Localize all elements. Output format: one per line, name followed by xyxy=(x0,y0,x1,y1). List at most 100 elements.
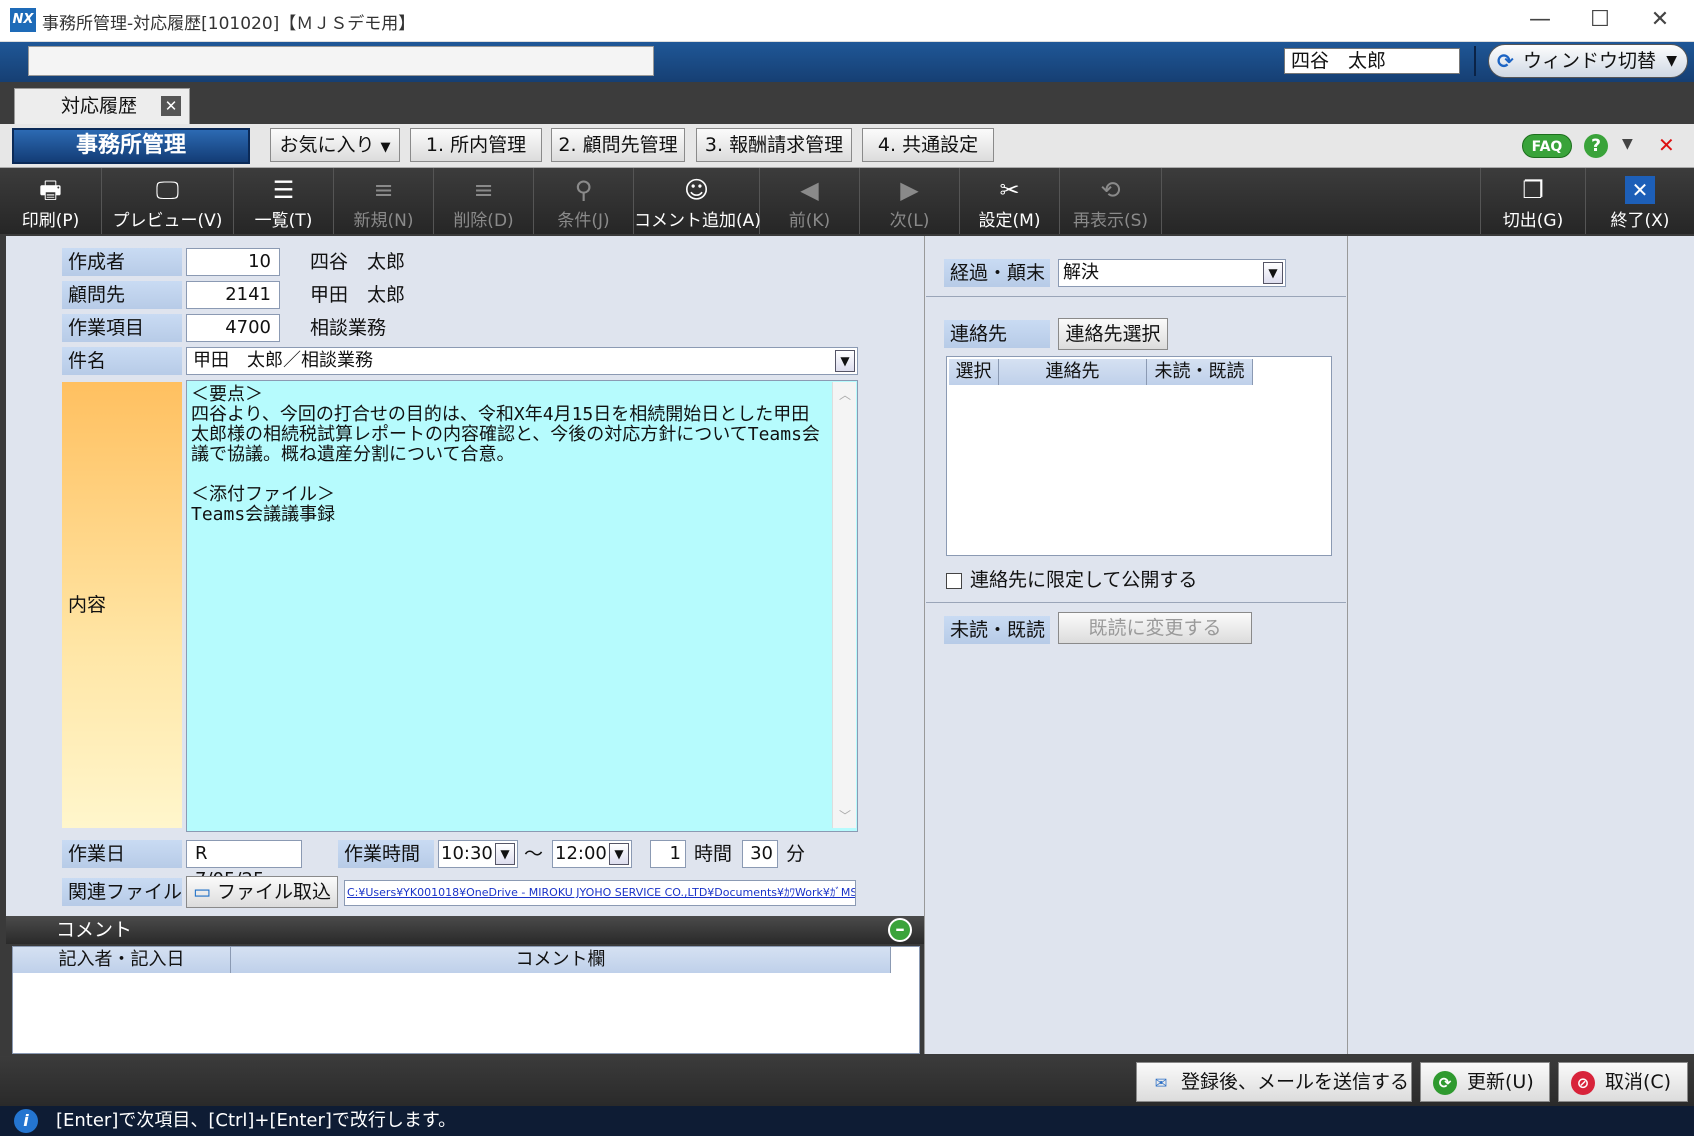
content-textarea[interactable]: ＜要点＞ 四谷より、今回の打合せの目的は、令和X年4月15日を相続開始日とした甲… xyxy=(186,380,858,832)
prev-button[interactable]: ◀ 前(K) xyxy=(760,168,860,234)
menu-item-komonsaki[interactable]: 2. 顧問先管理 xyxy=(551,128,685,162)
tab-label: 対応履歴 xyxy=(61,95,138,117)
time-to-combobox[interactable]: 12:00 ▼ xyxy=(552,840,632,868)
subject-combobox[interactable]: 甲田 太郎／相談業務 ▼ xyxy=(186,347,858,375)
contact-col-select: 選択 xyxy=(949,359,999,385)
redisplay-button[interactable]: ⟲ 再表示(S) xyxy=(1060,168,1162,234)
next-button[interactable]: ▶ 次(L) xyxy=(860,168,960,234)
maximize-icon[interactable]: ☐ xyxy=(1570,4,1630,36)
subject-label: 件名 xyxy=(62,347,182,375)
header-divider xyxy=(1474,46,1476,76)
settings-button[interactable]: ✂ 設定(M) xyxy=(960,168,1060,234)
scroll-down-icon[interactable]: ﹀ xyxy=(839,807,851,824)
redisplay-icon: ⟲ xyxy=(1100,176,1121,204)
hours-input[interactable]: 1 xyxy=(650,840,686,868)
close-window-icon[interactable]: ✕ xyxy=(1630,4,1690,36)
work-date-input[interactable]: R 7/05/25 xyxy=(186,840,302,890)
content-label: 内容 xyxy=(62,382,182,828)
file-import-button[interactable]: ▭ ファイル取込 xyxy=(186,876,338,908)
related-file-label: 関連ファイル xyxy=(62,878,182,906)
comment-col-author: 記入者・記入日 xyxy=(13,947,231,973)
creator-code-input[interactable]: 10 xyxy=(186,248,280,276)
chevron-down-icon[interactable]: ▼ xyxy=(835,350,855,372)
contact-label: 連絡先 xyxy=(944,320,1050,348)
delete-button[interactable]: ≡ 削除(D) xyxy=(434,168,534,234)
faq-button[interactable]: FAQ xyxy=(1522,134,1572,158)
condition-button[interactable]: ⚲ 条件(J) xyxy=(534,168,634,234)
help-icon[interactable]: ? xyxy=(1584,134,1608,158)
minutes-input[interactable]: 30 xyxy=(742,840,778,868)
arrow-right-icon: ▶ xyxy=(900,176,919,204)
content-scrollbar[interactable]: ︿ ﹀ xyxy=(832,382,856,828)
tab-strip xyxy=(0,82,1694,124)
task-code-input[interactable]: 4700 xyxy=(186,314,280,342)
chevron-down-icon[interactable]: ▼ xyxy=(495,843,515,865)
menu-item-houshu[interactable]: 3. 報酬請求管理 xyxy=(696,128,852,162)
time-from-combobox[interactable]: 10:30 ▼ xyxy=(438,840,518,868)
update-button[interactable]: ⟳ 更新(U) xyxy=(1420,1062,1550,1102)
printer-icon: 🖶 xyxy=(39,176,62,204)
status-bar: i [Enter]で次項目、[Ctrl]+[Enter]で改行します。 xyxy=(0,1106,1694,1136)
task-name: 相談業務 xyxy=(310,317,387,339)
menu-item-shonai[interactable]: 1. 所内管理 xyxy=(410,128,542,162)
header-search-field[interactable] xyxy=(28,46,654,76)
print-button[interactable]: 🖶 印刷(P) xyxy=(0,168,102,234)
user-name-display: 四谷 太郎 xyxy=(1284,48,1460,74)
status-value: 解決 xyxy=(1063,262,1099,283)
main-menu-button[interactable]: 事務所管理 xyxy=(12,128,250,164)
file-import-label: ファイル取込 xyxy=(216,881,331,903)
limit-public-label: 連絡先に限定して公開する xyxy=(970,569,1198,591)
mark-read-button[interactable]: 既読に変更する xyxy=(1058,612,1252,644)
list-icon: ☰ xyxy=(272,176,295,204)
comment-section-header: コメント xyxy=(6,916,924,944)
tab-taiou-rireki[interactable]: 対応履歴 ✕ xyxy=(14,88,190,124)
send-mail-label: 登録後、メールを送信する xyxy=(1181,1071,1410,1093)
favorites-dropdown[interactable]: お気に入り ▼ xyxy=(270,128,400,162)
limit-public-checkbox[interactable] xyxy=(946,573,962,589)
creator-label: 作成者 xyxy=(62,248,182,276)
scroll-up-icon[interactable]: ︿ xyxy=(839,386,851,403)
comment-add-button[interactable]: ☺ コメント追加(A) xyxy=(634,168,761,234)
list-button[interactable]: ☰ 一覧(T) xyxy=(234,168,334,234)
folder-icon: ▭ xyxy=(192,881,211,903)
info-icon: i xyxy=(14,1109,38,1133)
close-tab-icon[interactable]: ✕ xyxy=(161,96,181,116)
contact-col-read: 未読・既読 xyxy=(1147,359,1253,385)
favorites-label: お気に入り xyxy=(279,134,375,156)
contact-select-button[interactable]: 連絡先選択 xyxy=(1058,318,1168,350)
chevron-down-icon[interactable]: ▼ xyxy=(609,843,629,865)
update-label: 更新(U) xyxy=(1467,1071,1534,1093)
exit-x-icon: ✕ xyxy=(1625,176,1655,204)
contact-table[interactable]: 選択 連絡先 未読・既読 xyxy=(946,356,1332,556)
tools-icon: ✂ xyxy=(999,176,1020,204)
new-button[interactable]: ≡ 新規(N) xyxy=(334,168,434,234)
read-status-label: 未読・既読 xyxy=(944,616,1050,644)
register-send-mail-button[interactable]: ✉ 登録後、メールを送信する xyxy=(1136,1062,1412,1102)
right-empty-pane xyxy=(1348,236,1694,1054)
cut-out-button[interactable]: ❐ 切出(G) xyxy=(1480,168,1586,234)
minutes-unit: 分 xyxy=(786,843,806,865)
creator-name: 四谷 太郎 xyxy=(310,251,406,273)
new-record-icon: ≡ xyxy=(373,176,394,204)
status-combobox[interactable]: 解決 ▼ xyxy=(1058,259,1286,287)
menu-item-kyoutsu[interactable]: 4. 共通設定 xyxy=(862,128,994,162)
close-screen-icon[interactable]: ✕ xyxy=(1658,133,1675,157)
app-icon: NX xyxy=(10,8,36,32)
collapse-comment-icon[interactable]: – xyxy=(888,918,912,942)
client-label: 顧問先 xyxy=(62,281,182,309)
minimize-icon[interactable]: — xyxy=(1510,4,1570,36)
contact-col-contact: 連絡先 xyxy=(999,359,1147,385)
chevron-down-icon[interactable]: ▼ xyxy=(1263,262,1283,284)
client-code-input[interactable]: 2141 xyxy=(186,281,280,309)
arrow-left-icon: ◀ xyxy=(800,176,819,204)
preview-button[interactable]: 🖵 プレビュー(V) xyxy=(102,168,234,234)
help-dropdown-icon[interactable]: ▼ xyxy=(1622,136,1633,152)
related-file-link[interactable]: C:¥Users¥YK001018¥OneDrive - MIROKU JYOH… xyxy=(344,880,856,906)
chevron-down-icon: ▼ xyxy=(1666,53,1677,69)
cancel-button[interactable]: ⊘ 取消(C) xyxy=(1558,1062,1688,1102)
hours-unit: 時間 xyxy=(694,843,733,865)
window-switch-button[interactable]: ⟳ ウィンドウ切替 ▼ xyxy=(1488,44,1688,78)
time-from-value: 10:30 xyxy=(441,843,493,864)
comment-table[interactable]: 記入者・記入日 コメント欄 xyxy=(12,946,920,1054)
exit-button[interactable]: ✕ 終了(X) xyxy=(1586,168,1694,234)
